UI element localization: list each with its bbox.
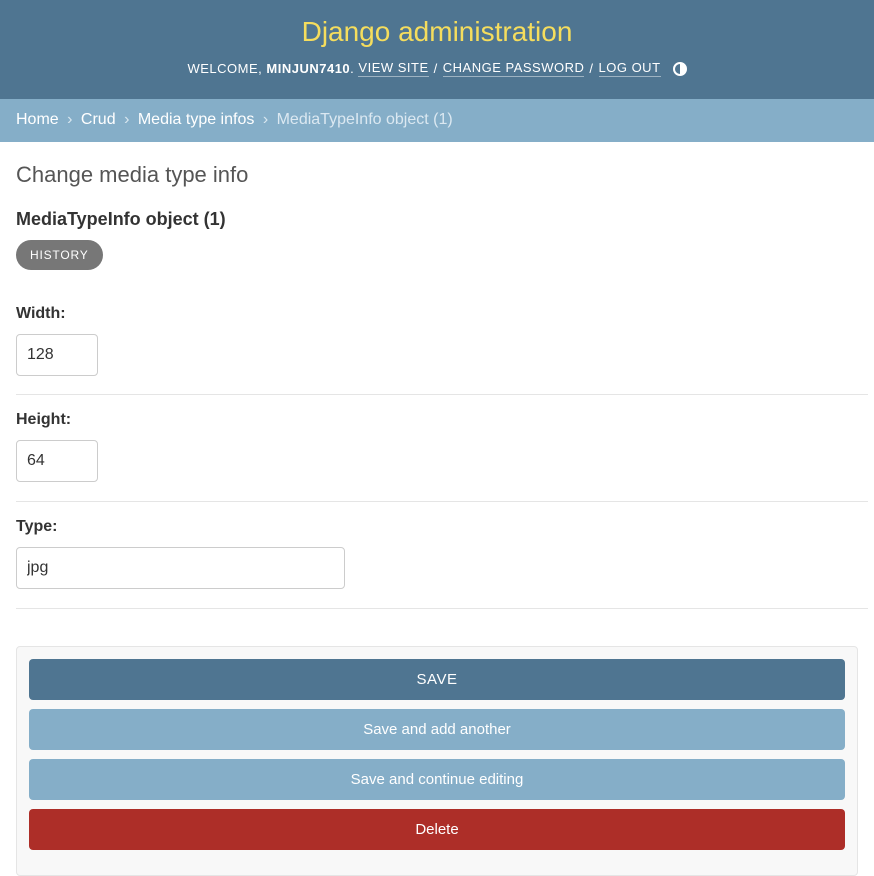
history-button[interactable]: HISTORY bbox=[16, 240, 103, 270]
welcome-text: WELCOME, bbox=[187, 61, 263, 76]
width-row: Width: bbox=[16, 270, 868, 395]
width-label: Width: bbox=[16, 305, 66, 322]
width-input[interactable] bbox=[16, 334, 98, 376]
log-out-link[interactable]: LOG OUT bbox=[598, 60, 661, 77]
site-title[interactable]: Django administration bbox=[0, 14, 874, 50]
save-and-add-another-button[interactable]: Save and add another bbox=[29, 709, 845, 750]
separator: / bbox=[433, 61, 438, 76]
page-title: Change media type info bbox=[16, 162, 249, 187]
breadcrumb-model[interactable]: Media type infos bbox=[138, 111, 255, 128]
save-and-continue-button[interactable]: Save and continue editing bbox=[29, 759, 845, 800]
breadcrumb-separator: › bbox=[124, 111, 130, 128]
object-title: MediaTypeInfo object (1) bbox=[16, 209, 226, 229]
user-tools: WELCOME, MINJUN7410. VIEW SITE / CHANGE … bbox=[0, 60, 874, 77]
username: MINJUN7410 bbox=[266, 61, 351, 76]
height-input[interactable] bbox=[16, 440, 98, 482]
separator: / bbox=[589, 61, 594, 76]
delete-button[interactable]: Delete bbox=[29, 809, 845, 850]
breadcrumb-current: MediaTypeInfo object (1) bbox=[276, 111, 453, 128]
breadcrumb-home[interactable]: Home bbox=[16, 111, 59, 128]
contrast-half-circle-icon[interactable] bbox=[672, 61, 687, 76]
submit-row: SAVE Save and add another Save and conti… bbox=[16, 646, 858, 876]
breadcrumb: Home › Crud › Media type infos › MediaTy… bbox=[0, 99, 874, 142]
main-content: Change media type info MediaTypeInfo obj… bbox=[0, 162, 874, 876]
type-input[interactable] bbox=[16, 547, 345, 589]
change-password-link[interactable]: CHANGE PASSWORD bbox=[442, 60, 585, 77]
type-row: Type: bbox=[16, 502, 868, 609]
breadcrumb-separator: › bbox=[262, 111, 269, 128]
type-label: Type: bbox=[16, 518, 58, 535]
save-button[interactable]: SAVE bbox=[29, 659, 845, 700]
height-row: Height: bbox=[16, 395, 868, 502]
height-label: Height: bbox=[16, 411, 72, 428]
breadcrumb-app[interactable]: Crud bbox=[81, 111, 116, 128]
breadcrumb-separator: › bbox=[67, 111, 73, 128]
site-header: Django administration WELCOME, MINJUN741… bbox=[0, 0, 874, 99]
view-site-link[interactable]: VIEW SITE bbox=[358, 60, 429, 77]
